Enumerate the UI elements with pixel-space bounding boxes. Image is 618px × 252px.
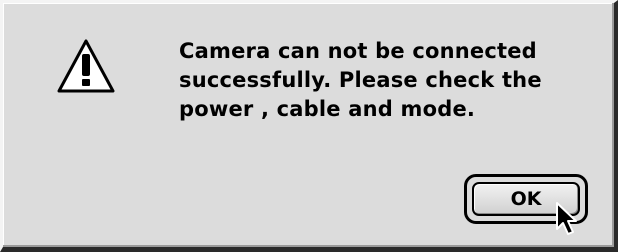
alert-message: Camera can not be connected successfully… xyxy=(179,37,599,124)
message-line: power , cable and mode. xyxy=(179,97,476,121)
arrow-cursor-icon xyxy=(556,202,577,235)
alert-dialog: Camera can not be connected successfully… xyxy=(0,0,618,252)
caution-triangle-icon xyxy=(57,39,115,93)
message-line: Camera can not be connected xyxy=(179,39,537,63)
message-line: successfully. Please check the xyxy=(179,68,542,92)
